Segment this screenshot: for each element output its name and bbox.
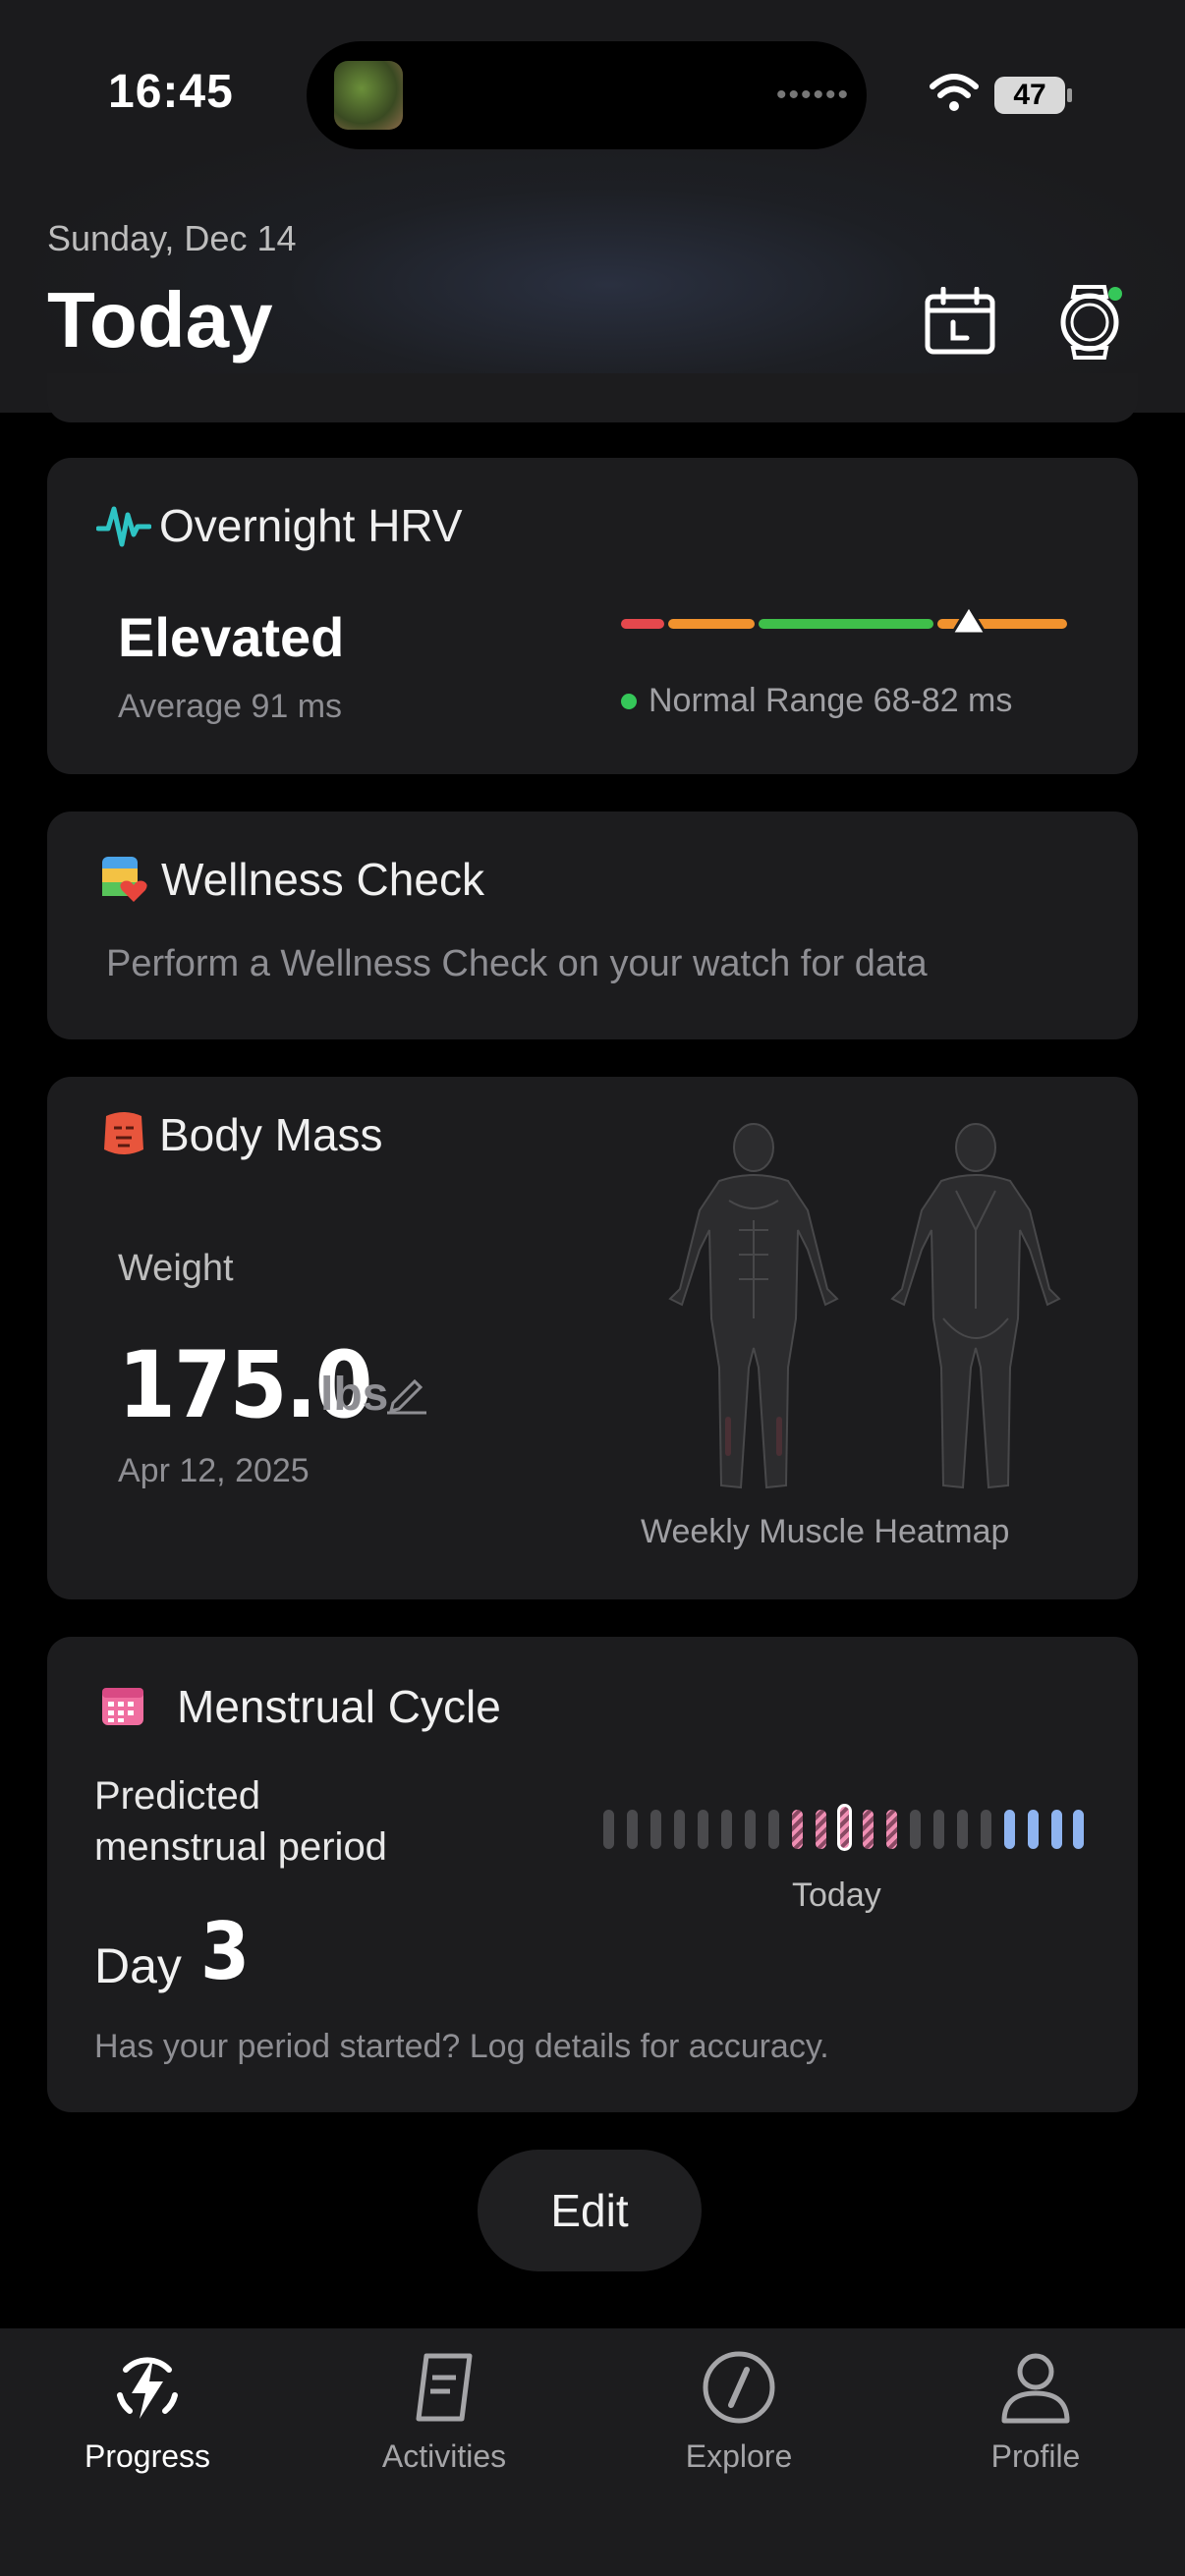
muscle-front-figure	[668, 1123, 839, 1489]
previous-card-edge	[47, 373, 1138, 422]
cycle-day-bar	[674, 1810, 685, 1849]
tab-explore-label: Explore	[685, 2438, 793, 2474]
menstrual-line1: Predicted	[94, 1774, 260, 1818]
tab-profile[interactable]: Profile	[918, 2348, 1154, 2475]
weight-date: Apr 12, 2025	[118, 1452, 310, 1489]
wellness-title: Wellness Check	[161, 854, 484, 905]
now-playing-artwork	[334, 61, 403, 130]
hrv-range-low-red	[621, 619, 664, 629]
menstrual-line2: menstrual period	[94, 1825, 387, 1869]
compass-icon	[703, 2351, 775, 2424]
cycle-day-bar	[721, 1810, 732, 1849]
calendar-icon[interactable]	[924, 287, 996, 356]
hrv-average: Average 91 ms	[118, 688, 343, 725]
period-day-bar	[816, 1810, 826, 1849]
period-day-bar	[886, 1810, 897, 1849]
cycle-day-bar	[933, 1810, 944, 1849]
battery-tip	[1067, 88, 1072, 102]
header-date: Sunday, Dec 14	[47, 218, 297, 258]
hrv-normal-range: Normal Range 68-82 ms	[649, 682, 1013, 719]
cycle-day-bar	[981, 1810, 991, 1849]
heartbeat-icon	[96, 506, 151, 547]
cycle-day-bar	[745, 1810, 756, 1849]
muscle-heatmap-label: Weekly Muscle Heatmap	[641, 1513, 1010, 1550]
today-label: Today	[792, 1876, 881, 1914]
cycle-day-bar	[957, 1810, 968, 1849]
status-time: 16:45	[108, 66, 234, 118]
menstrual-title: Menstrual Cycle	[177, 1681, 501, 1732]
fertile-day-bar	[1051, 1810, 1062, 1849]
note-icon	[416, 2353, 473, 2422]
hrv-range-normal	[759, 619, 933, 629]
cycle-day-bar	[910, 1810, 921, 1849]
tab-profile-label: Profile	[990, 2438, 1081, 2474]
fertile-day-bar	[1028, 1810, 1039, 1849]
cycle-day-bar	[768, 1810, 779, 1849]
cycle-day-bar	[627, 1810, 638, 1849]
muscle-back-figure	[890, 1123, 1061, 1489]
day-label: Day	[94, 1938, 182, 1993]
menstrual-hint: Has your period started? Log details for…	[94, 2028, 829, 2065]
hrv-marker-icon	[949, 603, 988, 636]
edit-weight-icon[interactable]	[385, 1373, 428, 1415]
period-day-bar	[863, 1810, 874, 1849]
cycle-day-bar	[650, 1810, 661, 1849]
cycle-day-bar	[603, 1810, 614, 1849]
wellness-icon	[102, 857, 147, 902]
waveform-icon: ••••••	[776, 79, 851, 111]
bolt-icon	[117, 2357, 178, 2419]
normal-range-dot	[621, 694, 637, 709]
wifi-icon	[930, 74, 979, 111]
wellness-card[interactable]	[47, 812, 1138, 1039]
period-day-bar	[792, 1810, 803, 1849]
fertile-day-bar	[1004, 1810, 1015, 1849]
page-title: Today	[47, 276, 273, 364]
hrv-range-low-orange	[668, 619, 755, 629]
cycle-day-bar	[698, 1810, 708, 1849]
person-icon	[1001, 2353, 1070, 2424]
weight-unit: lbs	[320, 1369, 389, 1421]
tab-activities-label: Activities	[381, 2438, 507, 2474]
hrv-status: Elevated	[118, 606, 345, 668]
cycle-calendar-icon	[102, 1688, 143, 1725]
today-bar	[837, 1804, 852, 1851]
edit-button[interactable]: Edit	[478, 2150, 702, 2271]
watch-connected-dot	[1108, 287, 1122, 301]
weight-label: Weight	[118, 1248, 234, 1289]
tab-activities[interactable]: Activities	[326, 2348, 562, 2475]
body-mass-title: Body Mass	[159, 1109, 383, 1160]
cycle-timeline	[603, 1804, 1085, 1853]
day-value: 3	[200, 1906, 251, 1997]
tab-explore[interactable]: Explore	[621, 2348, 857, 2475]
fertile-day-bar	[1073, 1810, 1084, 1849]
tab-progress-label: Progress	[84, 2438, 211, 2474]
wellness-message: Perform a Wellness Check on your watch f…	[106, 943, 928, 984]
battery-indicator: 47	[994, 77, 1065, 114]
hrv-title: Overnight HRV	[159, 500, 463, 551]
body-mass-icon	[104, 1112, 143, 1154]
tab-progress[interactable]: Progress	[29, 2348, 265, 2475]
